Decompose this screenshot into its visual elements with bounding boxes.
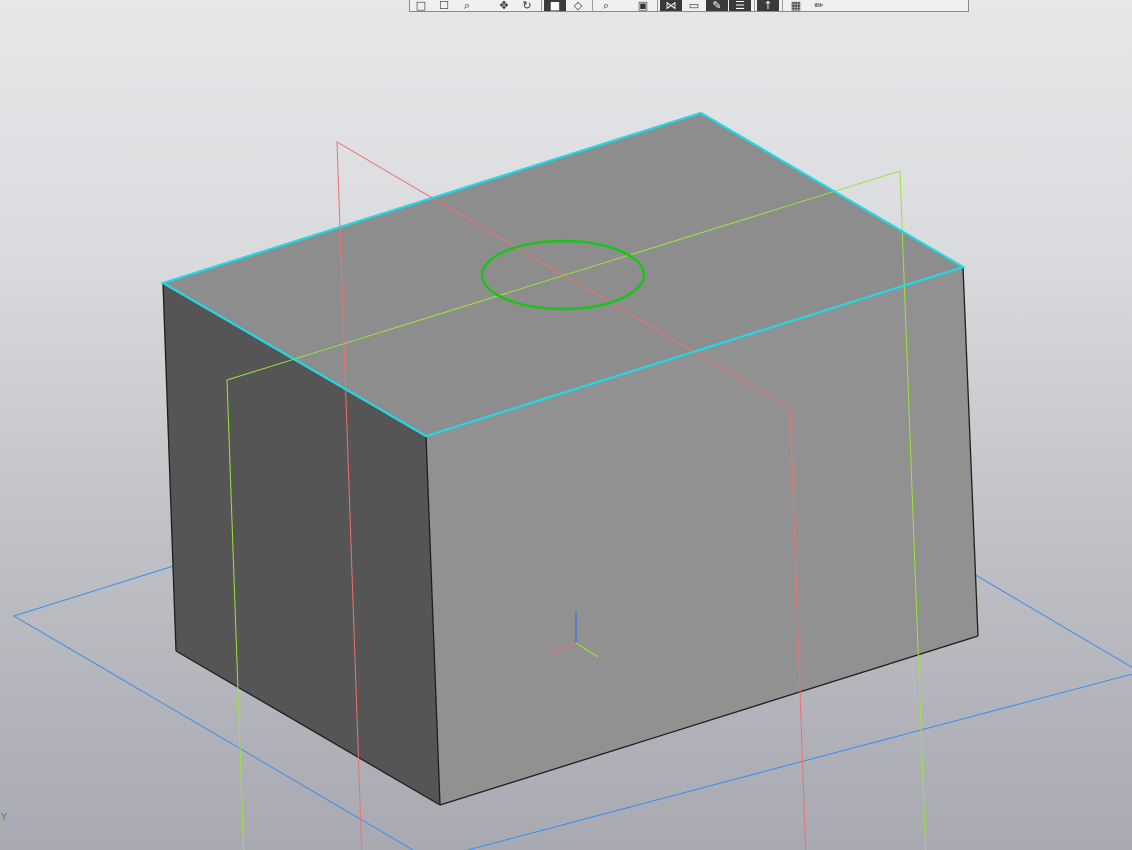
view-toolbar: □ ☐ ⌕ ✥ ↻ ■ ◇ ⌕ ▣ ⋈ ▭ ✎ ☰ ↑ ▦ ✏ xyxy=(409,0,969,12)
shaded-icon[interactable]: ■ xyxy=(544,0,566,11)
pointer-icon[interactable]: ↑ xyxy=(757,0,779,11)
sketch-icon[interactable]: ▭ xyxy=(683,0,705,11)
section-icon[interactable]: ▣ xyxy=(632,0,654,11)
rotate-icon[interactable]: ↻ xyxy=(516,0,538,11)
toolbar-separator xyxy=(782,0,783,11)
properties-icon[interactable]: ☰ xyxy=(729,0,751,11)
table-icon[interactable]: ▦ xyxy=(785,0,807,11)
toolbar-separator xyxy=(754,0,755,11)
axis-triad-label: Y xyxy=(1,812,8,823)
edit-icon[interactable]: ✎ xyxy=(706,0,728,11)
pan-icon[interactable]: ✥ xyxy=(493,0,515,11)
toolbar-separator xyxy=(541,0,542,11)
zoom-frame-icon[interactable]: ☐ xyxy=(433,0,455,11)
zoom-to-fit-icon[interactable]: ⌕ xyxy=(595,0,617,11)
constraints-icon[interactable]: ⋈ xyxy=(660,0,682,11)
3d-viewport[interactable] xyxy=(0,0,1132,850)
pencil-icon[interactable]: ✏ xyxy=(808,0,830,11)
wireframe-icon[interactable]: ◇ xyxy=(567,0,589,11)
toolbar-separator xyxy=(592,0,593,11)
zoom-icon[interactable]: ⌕ xyxy=(456,0,478,11)
partial-hidden-icon[interactable]: □ xyxy=(410,0,432,11)
toolbar-separator xyxy=(657,0,658,11)
